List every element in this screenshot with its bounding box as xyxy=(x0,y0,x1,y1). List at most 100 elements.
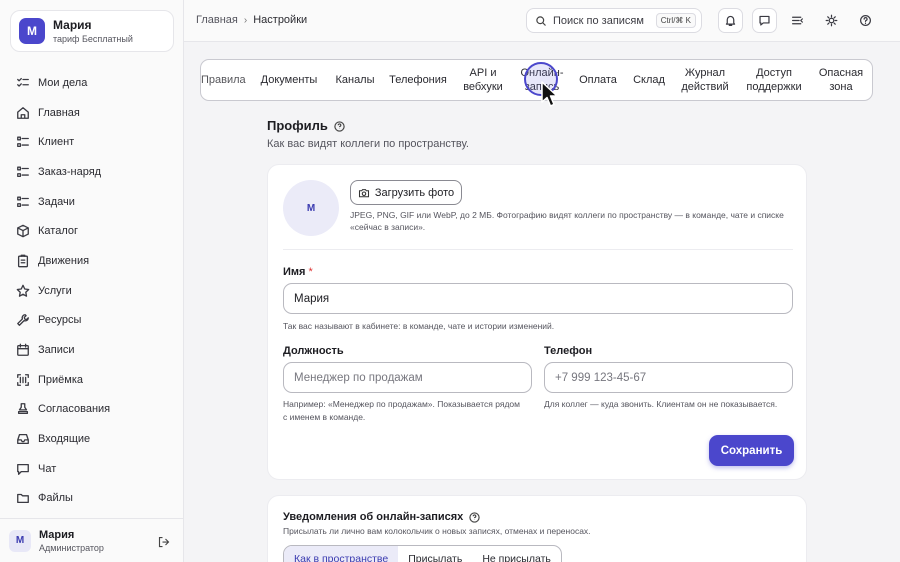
clipboard-icon xyxy=(17,254,29,268)
breadcrumb: Главная › Настройки xyxy=(196,14,307,26)
calendar-icon xyxy=(17,343,29,356)
tab-label: Доступ поддержки xyxy=(746,67,802,93)
upload-hint: JPEG, PNG, GIF или WebP, до 2 МБ. Фотогр… xyxy=(350,210,784,232)
inbox-icon xyxy=(17,434,29,445)
sidebar-item-inbox[interactable]: Входящие xyxy=(0,424,184,454)
divider xyxy=(283,249,793,250)
search-shortcut: Ctrl/⌘ K xyxy=(655,13,696,28)
page-subtitle: Как вас видят коллеги по пространству. xyxy=(267,138,469,150)
tab-support-access[interactable]: Доступ поддержки xyxy=(741,60,807,100)
tab-activity-log[interactable]: Журнал действий xyxy=(677,60,733,100)
sidebar-item-label: Главная xyxy=(38,106,80,119)
sidebar-item-label: Файлы xyxy=(38,492,73,505)
breadcrumb-home[interactable]: Главная xyxy=(196,14,238,26)
workspace-avatar: М xyxy=(19,18,45,44)
tab-danger-zone[interactable]: Опасная зона xyxy=(815,60,867,100)
theme-toggle-button[interactable] xyxy=(819,8,844,33)
option-do-not-send[interactable]: Не присылать xyxy=(472,546,561,562)
sidebar-item-label: Услуги xyxy=(38,284,72,297)
help-icon[interactable] xyxy=(469,511,480,523)
user-name: Мария xyxy=(39,528,75,541)
mouse-pointer-icon xyxy=(541,81,558,107)
phone-label: Телефон xyxy=(544,345,593,357)
sidebar-item-label: Задачи xyxy=(38,195,75,208)
tab-label: Журнал действий xyxy=(681,67,729,93)
sort-lines-button[interactable] xyxy=(785,8,810,33)
bell-icon xyxy=(725,15,736,26)
sidebar-item-movements[interactable]: Движения xyxy=(0,246,184,276)
home-icon xyxy=(17,106,29,119)
help-icon[interactable] xyxy=(334,120,345,132)
sidebar-item-label: Ресурсы xyxy=(38,314,82,327)
sidebar-item-label: Входящие xyxy=(38,433,91,446)
list-icon xyxy=(17,196,29,207)
wrench-icon xyxy=(17,314,29,327)
upload-photo-button[interactable]: Загрузить фото xyxy=(350,180,462,205)
sidebar-item-my-tasks[interactable]: Мои дела xyxy=(0,68,184,98)
logout-icon xyxy=(158,536,170,548)
tab-rules[interactable]: Правила xyxy=(201,60,246,100)
name-hint: Так вас называют в кабинете: в команде, … xyxy=(283,321,555,331)
sidebar-item-bookings[interactable]: Записи xyxy=(0,335,184,365)
current-user[interactable]: М Мария Администратор xyxy=(0,518,184,562)
option-as-workspace[interactable]: Как в пространстве xyxy=(284,546,399,562)
list-icon xyxy=(17,166,29,177)
folder-icon xyxy=(17,494,29,504)
search-icon xyxy=(536,15,546,26)
breadcrumb-current: Настройки xyxy=(253,14,308,26)
profile-card: М Загрузить фото JPEG, PNG, GIF или WebP… xyxy=(267,164,807,480)
sidebar-item-chat[interactable]: Чат xyxy=(0,454,184,484)
lines-icon xyxy=(792,16,803,25)
user-avatar: М xyxy=(9,529,31,552)
position-field[interactable]: Менеджер по продажам xyxy=(283,362,532,393)
phone-field[interactable]: +7 999 123-45-67 xyxy=(544,362,793,393)
search-input[interactable]: Поиск по записям Ctrl/⌘ K xyxy=(526,8,702,33)
profile-avatar: М xyxy=(283,180,339,236)
messages-button[interactable] xyxy=(752,8,777,33)
topbar: Главная › Настройки Поиск по записям Ctr… xyxy=(184,0,900,42)
workspace-switcher[interactable]: М Мария тариф Бесплатный xyxy=(10,10,174,52)
logout-button[interactable] xyxy=(158,535,170,548)
tab-documents[interactable]: Документы xyxy=(257,60,321,100)
tab-telephony[interactable]: Телефония xyxy=(387,60,449,100)
help-button[interactable] xyxy=(853,8,878,33)
scan-icon xyxy=(17,373,29,386)
star-icon xyxy=(16,284,30,297)
notifications-subtitle: Присылать ли лично вам колокольчик о нов… xyxy=(283,526,591,536)
notifications-button[interactable] xyxy=(718,8,743,33)
tab-payment[interactable]: Оплата xyxy=(575,60,621,100)
workspace-plan: тариф Бесплатный xyxy=(53,34,133,44)
page-title: Профиль xyxy=(267,118,328,133)
sidebar-item-services[interactable]: Услуги xyxy=(0,276,184,306)
sidebar-item-home[interactable]: Главная xyxy=(0,98,184,128)
sidebar-item-catalog[interactable]: Каталог xyxy=(0,216,184,246)
sidebar-item-label: Заказ-наряд xyxy=(38,165,102,178)
sidebar-item-tasks[interactable]: Задачи xyxy=(0,187,184,217)
name-field[interactable]: Мария xyxy=(283,283,793,314)
position-label: Должность xyxy=(283,345,344,357)
notifications-card: Уведомления об онлайн-записях Присылать … xyxy=(267,495,807,562)
sidebar-item-client[interactable]: Клиент xyxy=(0,127,184,157)
profile-section-header: Профиль xyxy=(267,118,345,133)
sidebar-item-work-orders[interactable]: Заказ-наряд xyxy=(0,157,184,187)
option-send[interactable]: Присылать xyxy=(398,546,472,562)
search-placeholder: Поиск по записям xyxy=(553,14,644,27)
sidebar-item-files[interactable]: Файлы xyxy=(0,484,184,514)
tab-label: Правила xyxy=(201,74,246,86)
save-button[interactable]: Сохранить xyxy=(709,435,794,466)
tab-label: Каналы xyxy=(335,74,375,86)
position-hint: Например: «Менеджер по продажам». Показы… xyxy=(283,399,520,422)
tab-label: Оплата xyxy=(579,74,617,86)
sun-icon xyxy=(825,14,838,27)
tab-label: Опасная зона xyxy=(818,67,864,93)
sidebar-item-label: Движения xyxy=(38,254,90,267)
tab-warehouse[interactable]: Склад xyxy=(629,60,669,100)
sidebar-item-intake[interactable]: Приёмка xyxy=(0,365,184,395)
sidebar-item-resources[interactable]: Ресурсы xyxy=(0,306,184,336)
tab-api-webhooks[interactable]: API и вебхуки xyxy=(457,60,509,100)
sidebar-item-label: Записи xyxy=(38,344,75,357)
chat-icon xyxy=(17,463,29,475)
help-icon xyxy=(860,15,871,26)
tab-channels[interactable]: Каналы xyxy=(331,60,379,100)
sidebar-item-approvals[interactable]: Согласования xyxy=(0,395,184,425)
